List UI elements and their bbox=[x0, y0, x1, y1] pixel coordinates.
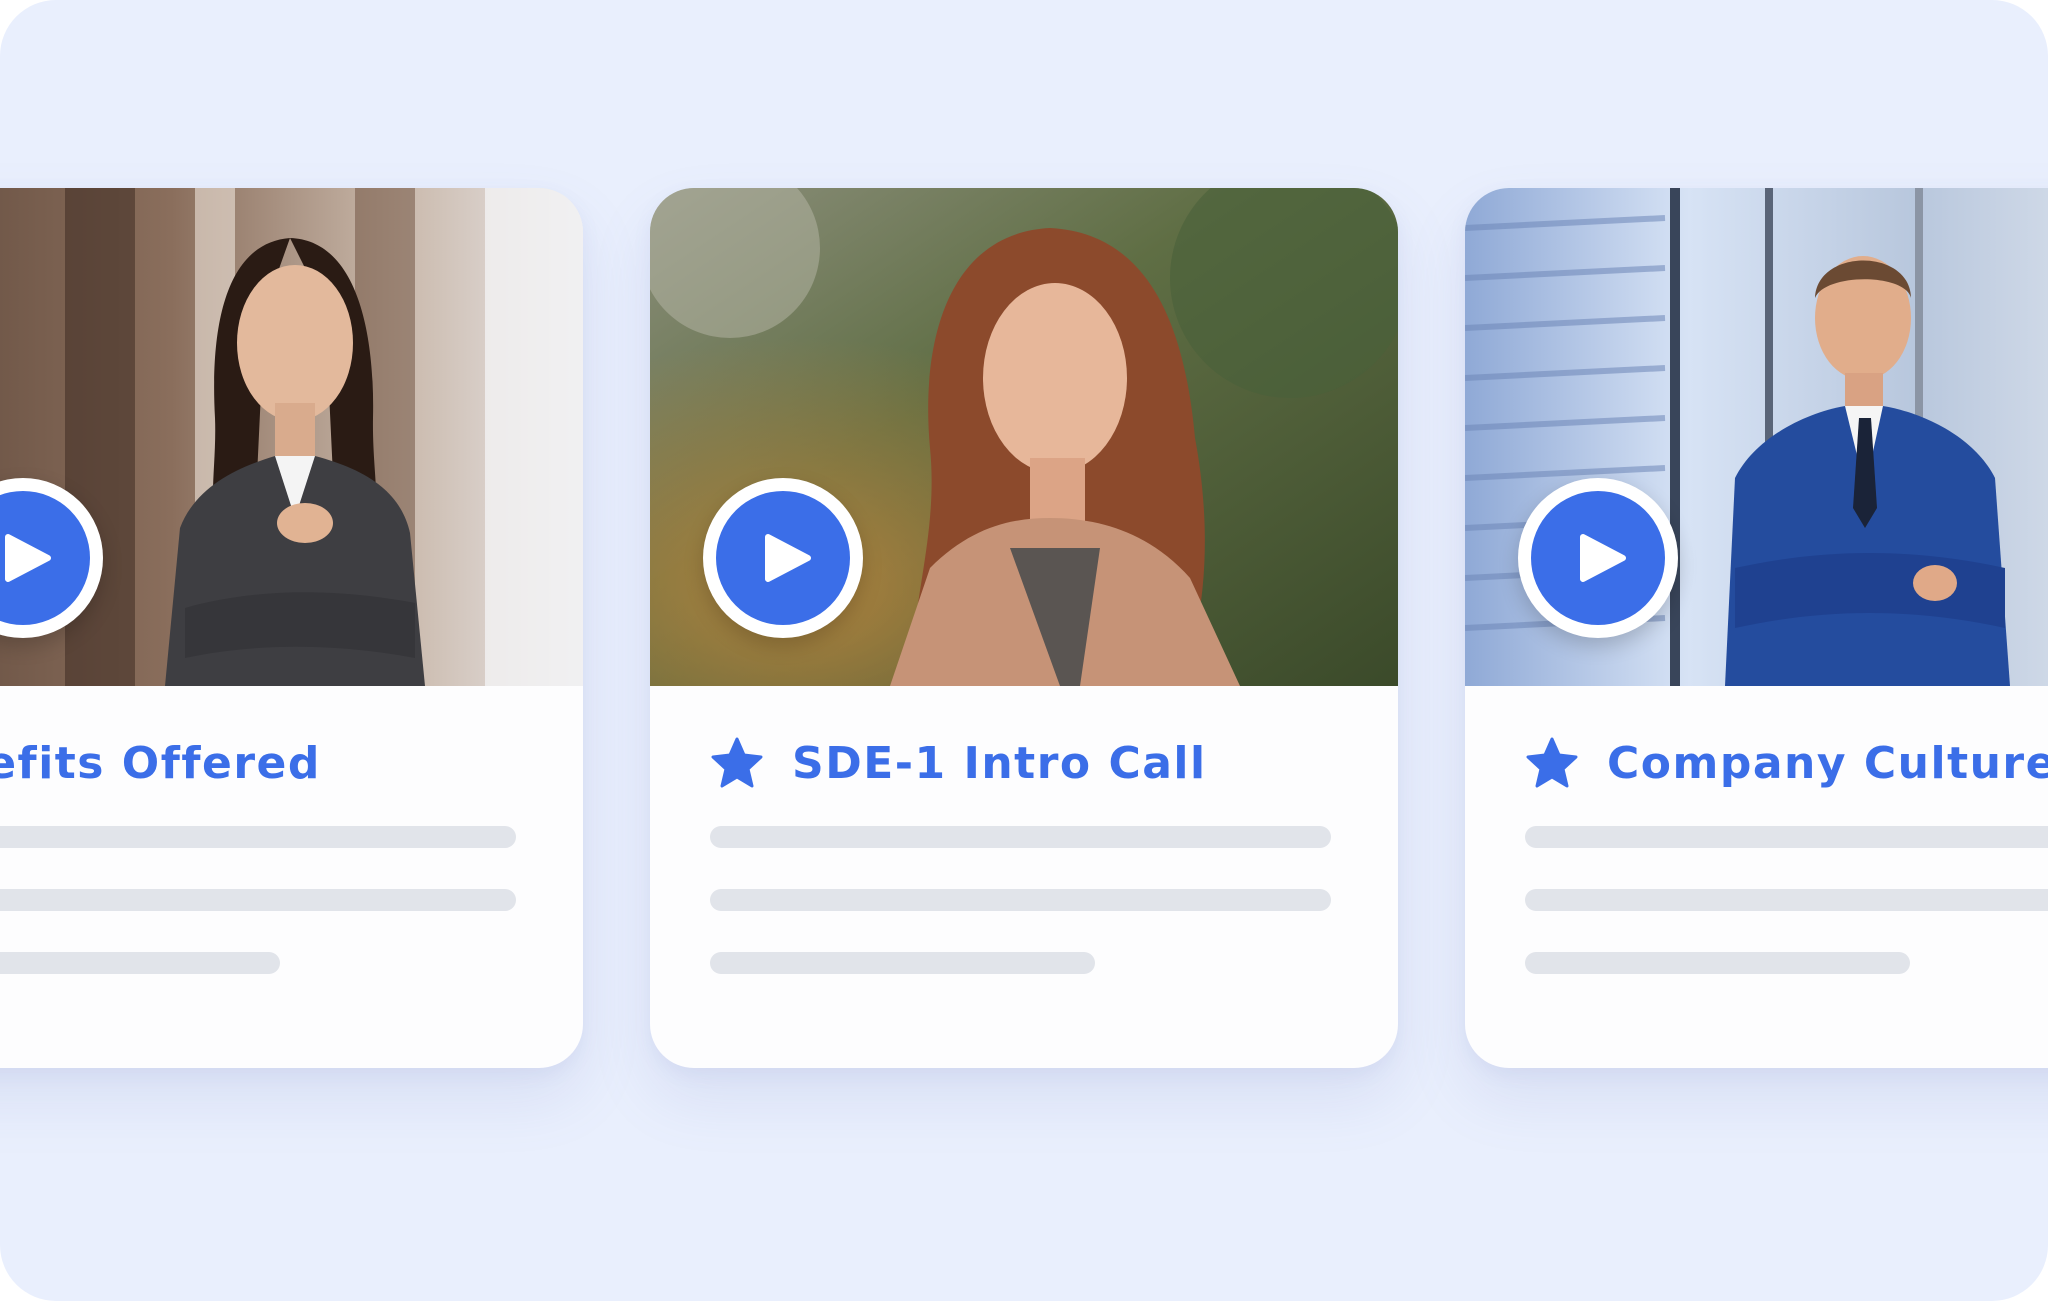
video-card-benefits[interactable]: Benefits Offered bbox=[0, 188, 583, 1068]
placeholder-line bbox=[710, 952, 1095, 974]
star-icon[interactable] bbox=[1525, 736, 1579, 790]
card-title: Benefits Offered bbox=[0, 737, 321, 789]
placeholder-line bbox=[0, 889, 516, 911]
video-card-intro-call[interactable]: SDE-1 Intro Call bbox=[650, 188, 1398, 1068]
card-title-row: SDE-1 Intro Call bbox=[710, 728, 1207, 798]
placeholder-line bbox=[710, 889, 1331, 911]
placeholder-line bbox=[0, 952, 280, 974]
card-title-row: Company Culture bbox=[1525, 728, 2048, 798]
placeholder-line bbox=[710, 826, 1331, 848]
card-title: Company Culture bbox=[1607, 737, 2048, 789]
play-icon bbox=[0, 491, 90, 625]
placeholder-line bbox=[1525, 952, 1910, 974]
play-button[interactable] bbox=[703, 478, 863, 638]
video-thumbnail[interactable] bbox=[0, 188, 583, 686]
play-icon bbox=[716, 491, 850, 625]
play-icon bbox=[1531, 491, 1665, 625]
card-title: SDE-1 Intro Call bbox=[792, 737, 1207, 789]
placeholder-line bbox=[1525, 826, 2048, 848]
placeholder-line bbox=[0, 826, 516, 848]
video-card-company-culture[interactable]: Company Culture bbox=[1465, 188, 2048, 1068]
placeholder-line bbox=[1525, 889, 2048, 911]
card-title-row: Benefits Offered bbox=[0, 728, 321, 798]
video-carousel: Benefits Offered bbox=[0, 0, 2048, 1301]
star-icon[interactable] bbox=[710, 736, 764, 790]
play-button[interactable] bbox=[1518, 478, 1678, 638]
